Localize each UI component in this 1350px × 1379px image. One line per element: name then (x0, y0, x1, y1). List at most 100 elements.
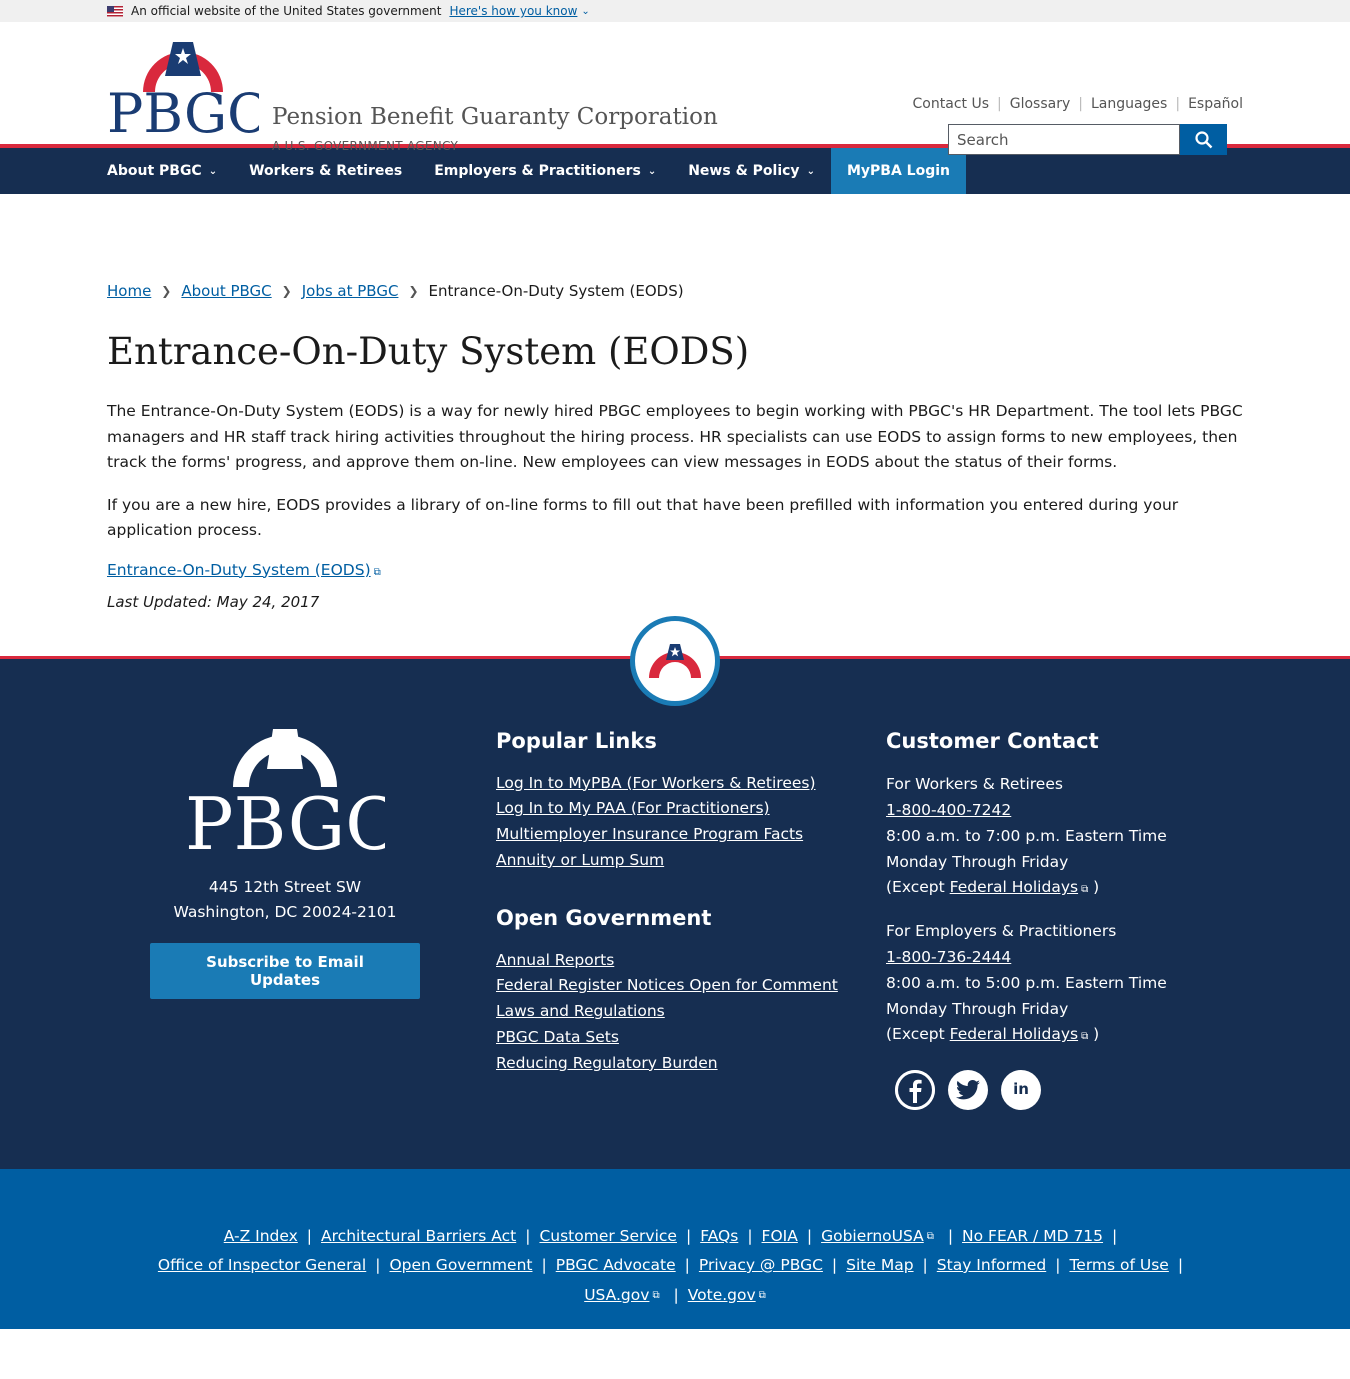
nav-workers-retirees[interactable]: Workers & Retirees (249, 148, 402, 194)
footer-link[interactable]: PBGC Advocate (556, 1251, 676, 1281)
divider: | (997, 96, 1002, 112)
svg-text:PBGC: PBGC (107, 82, 259, 135)
pbgc-footer-logo[interactable]: PBGC (185, 728, 385, 851)
pbgc-logo[interactable]: PBGC (107, 40, 259, 135)
search-icon (1194, 130, 1212, 148)
phone-link[interactable]: 1-800-400-7242 (886, 801, 1011, 819)
footer-link[interactable]: Site Map (846, 1251, 913, 1281)
search-form (948, 124, 1227, 155)
contact-hours: 8:00 a.m. to 7:00 p.m. Eastern Time Mond… (886, 826, 1167, 871)
subscribe-button[interactable]: Subscribe to Email Updates (150, 942, 420, 999)
footer-link[interactable]: USA.gov (584, 1281, 649, 1311)
footer-link[interactable]: FAQs (700, 1222, 738, 1252)
popular-link[interactable]: Annuity or Lump Sum (496, 848, 838, 874)
footer-link[interactable]: Customer Service (539, 1222, 677, 1252)
breadcrumb-jobs[interactable]: Jobs at PBGC (302, 282, 399, 300)
open-gov-link[interactable]: Laws and Regulations (496, 999, 838, 1025)
contact-hours: 8:00 a.m. to 5:00 p.m. Eastern Time Mond… (886, 973, 1167, 1018)
eods-link-text: Entrance-On-Duty System (EODS) (107, 560, 371, 579)
external-link-icon: ⧉ (373, 566, 381, 578)
search-button[interactable] (1180, 124, 1227, 155)
popular-link[interactable]: Log In to My PAA (For Practitioners) (496, 796, 838, 822)
divider: | (1175, 96, 1181, 112)
popular-link[interactable]: Multiemployer Insurance Program Facts (496, 822, 838, 848)
languages-link[interactable]: Languages (1091, 96, 1167, 112)
twitter-icon[interactable] (948, 1070, 988, 1111)
footer-link[interactable]: Privacy @ PBGC (699, 1251, 823, 1281)
footer-link[interactable]: No FEAR / MD 715 (962, 1222, 1103, 1252)
chevron-right-icon: ❯ (161, 284, 172, 298)
contact-label: For Workers & Retirees (886, 775, 1063, 794)
close-paren: ) (1093, 878, 1100, 897)
open-gov-link[interactable]: Reducing Regulatory Burden (496, 1051, 838, 1077)
chevron-down-icon: ⌄ (806, 165, 815, 177)
external-link-icon: ⧉ (758, 1289, 766, 1301)
footer-link[interactable]: GobiernoUSA (821, 1222, 924, 1252)
chevron-down-icon: ⌄ (647, 165, 657, 177)
open-gov-link[interactable]: Annual Reports (496, 948, 838, 974)
external-link-icon: ⧉ (1081, 884, 1089, 896)
breadcrumb: Home ❯ About PBGC ❯ Jobs at PBGC ❯ Entra… (107, 282, 1243, 300)
espanol-link[interactable]: Español (1188, 96, 1243, 112)
footer-link[interactable]: Open Government (389, 1251, 532, 1281)
pbgc-emblem-icon (649, 643, 701, 678)
external-link-icon: ⧉ (926, 1230, 934, 1242)
chevron-right-icon: ❯ (408, 284, 419, 298)
footer-links-column: Popular Links Log In to MyPBA (For Worke… (496, 729, 838, 1077)
open-gov-link[interactable]: PBGC Data Sets (496, 1025, 838, 1051)
chevron-right-icon: ❯ (281, 284, 292, 298)
federal-holidays-link[interactable]: Federal Holidays (950, 878, 1078, 896)
linkedin-icon[interactable]: in (1001, 1070, 1041, 1111)
nav-employers-practitioners[interactable]: Employers & Practitioners ⌄ (434, 148, 656, 194)
footer-link[interactable]: Terms of Use (1069, 1251, 1168, 1281)
external-link-icon: ⧉ (1081, 1031, 1089, 1043)
divider: | (1078, 96, 1083, 112)
footer-link[interactable]: Vote.gov (688, 1281, 756, 1311)
eods-link[interactable]: Entrance-On-Duty System (EODS) ⧉ (107, 561, 1243, 579)
footer-bottom-row-1: A-Z Index | Architectural Barriers Act | C… (0, 1222, 1350, 1252)
facebook-icon[interactable] (895, 1070, 935, 1111)
federal-holidays-link[interactable]: Federal Holidays (950, 1025, 1078, 1043)
open-gov-link[interactable]: Federal Register Notices Open for Commen… (496, 973, 838, 999)
open-government-heading: Open Government (496, 905, 712, 930)
footer-link[interactable]: Architectural Barriers Act (321, 1222, 516, 1252)
footer: PBGC 445 12th Street SW Washington, DC 2… (0, 615, 1350, 1169)
gov-banner-text: An official website of the United States… (131, 4, 442, 18)
footer-link[interactable]: Stay Informed (937, 1251, 1046, 1281)
agency-name: Pension Benefit Guaranty Corporation (272, 104, 718, 130)
popular-link[interactable]: Log In to MyPBA (For Workers & Retirees) (496, 771, 838, 797)
nav-mypba-login[interactable]: MyPBA Login (830, 148, 966, 194)
contact-block-employers: For Employers & Practitioners 1-800-736-… (886, 919, 1226, 1050)
footer-bottom: A-Z Index | Architectural Barriers Act | C… (0, 1168, 1350, 1329)
chevron-down-icon: ⌄ (208, 165, 218, 177)
nav-label: Employers & Practitioners (434, 163, 641, 179)
contact-block-workers: For Workers & Retirees 1-800-400-7242 8:… (886, 772, 1226, 903)
breadcrumb-home[interactable]: Home (107, 282, 151, 300)
customer-contact-heading: Customer Contact (886, 728, 1099, 753)
us-flag-icon (107, 5, 123, 17)
nav-news-policy[interactable]: News & Policy ⌄ (688, 148, 815, 194)
except-text: (Except (886, 1025, 945, 1044)
footer-link[interactable]: FOIA (762, 1222, 798, 1252)
site-header: PBGC Pension Benefit Guaranty Corporatio… (0, 22, 1350, 155)
main-content: Home ❯ About PBGC ❯ Jobs at PBGC ❯ Entra… (0, 282, 1350, 611)
breadcrumb-about[interactable]: About PBGC (181, 282, 271, 300)
footer-emblem (630, 615, 720, 706)
last-updated: Last Updated: May 24, 2017 (107, 592, 320, 611)
footer-link[interactable]: Office of Inspector General (158, 1251, 366, 1281)
external-link-icon: ⧉ (652, 1289, 660, 1301)
except-text: (Except (886, 878, 945, 897)
heres-how-you-know-link[interactable]: Here's how you know (449, 4, 577, 18)
footer-address-column: PBGC 445 12th Street SW Washington, DC 2… (150, 728, 420, 999)
nav-label: Workers & Retirees (249, 163, 403, 179)
glossary-link[interactable]: Glossary (1010, 96, 1071, 112)
close-paren: ) (1093, 1025, 1100, 1044)
page-title: Entrance-On-Duty System (EODS) (107, 330, 750, 373)
phone-link[interactable]: 1-800-736-2444 (886, 948, 1011, 966)
contact-us-link[interactable]: Contact Us (913, 96, 989, 112)
popular-links-heading: Popular Links (496, 728, 657, 753)
nav-about-pbgc[interactable]: About PBGC ⌄ (107, 148, 217, 194)
search-input[interactable] (948, 124, 1180, 155)
footer-contact-column: Customer Contact For Workers & Retirees … (886, 729, 1226, 1111)
footer-link[interactable]: A-Z Index (224, 1222, 298, 1252)
